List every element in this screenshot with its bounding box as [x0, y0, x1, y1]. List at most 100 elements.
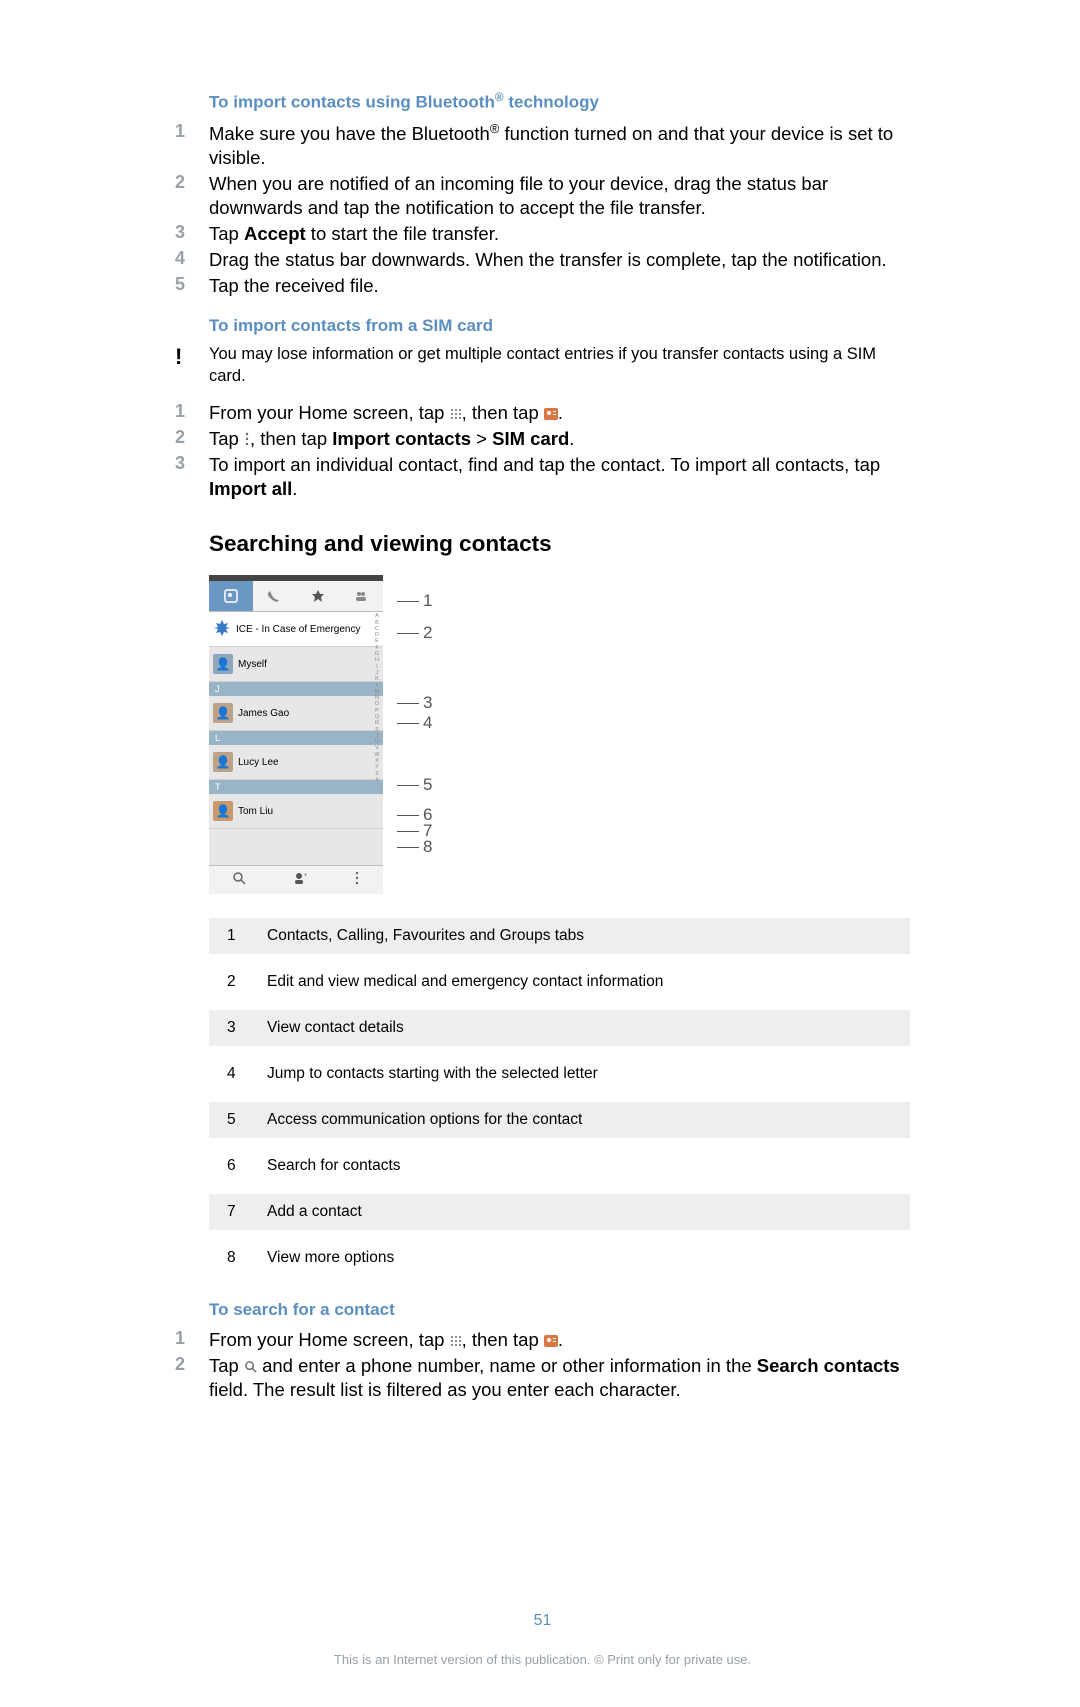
step: 2 Tap and enter a phone number, name or …	[209, 1354, 910, 1402]
step-text: From your Home screen, tap , then tap .	[209, 401, 563, 425]
callout-4: 4	[423, 713, 432, 733]
legend-num: 8	[227, 1249, 267, 1267]
bold-term: SIM card	[492, 428, 569, 449]
legend-text: Search for contacts	[267, 1157, 401, 1175]
page: To import contacts using Bluetooth® tech…	[0, 0, 1080, 1707]
step: 5 Tap the received file.	[209, 274, 910, 298]
warning-row: ! You may lose information or get multip…	[209, 344, 910, 387]
legend-text: Access communication options for the con…	[267, 1111, 582, 1129]
step-number: 1	[175, 401, 209, 422]
step-number: 1	[175, 121, 209, 142]
bluetooth-heading: To import contacts using Bluetooth® tech…	[209, 90, 910, 113]
contact-name: Tom Liu	[238, 806, 273, 817]
step-number: 2	[175, 427, 209, 448]
section-index-l: L	[209, 731, 383, 745]
step-text: Tap and enter a phone number, name or ot…	[209, 1354, 910, 1402]
legend-text: Edit and view medical and emergency cont…	[267, 973, 663, 991]
legend-text: Contacts, Calling, Favourites and Groups…	[267, 927, 584, 945]
warning-icon: !	[175, 344, 209, 370]
bluetooth-section: To import contacts using Bluetooth® tech…	[175, 90, 910, 1402]
bold-term: Accept	[244, 223, 306, 244]
step: 2 Tap , then tap Import contacts > SIM c…	[209, 427, 910, 451]
step: 2 When you are notified of an incoming f…	[209, 172, 910, 220]
contact-tom-row: 👤 Tom Liu	[209, 794, 383, 829]
search-viewing-heading: Searching and viewing contacts	[209, 531, 910, 557]
legend-num: 2	[227, 973, 267, 991]
footer: 51 This is an Internet version of this p…	[175, 1612, 910, 1667]
add-contact-icon: +	[293, 871, 307, 890]
myself-row: 👤 Myself	[209, 647, 383, 682]
registered-mark: ®	[495, 90, 504, 104]
calling-tab-icon	[253, 581, 297, 611]
step: 3 Tap Accept to start the file transfer.	[209, 222, 910, 246]
section-index-t: T	[209, 780, 383, 794]
contact-james-row: 👤 James Gao	[209, 696, 383, 731]
contact-lucy-row: 👤 Lucy Lee	[209, 745, 383, 780]
legend-text: Jump to contacts starting with the selec…	[267, 1065, 598, 1083]
step-number: 2	[175, 1354, 209, 1375]
groups-tab-icon	[340, 581, 384, 611]
callouts: 1 2 3 4 5 6 7 8	[383, 575, 432, 857]
heading-part: To import contacts using Bluetooth	[209, 93, 495, 112]
contact-name: Myself	[238, 659, 267, 670]
avatar-icon: 👤	[213, 703, 233, 723]
legend-num: 7	[227, 1203, 267, 1221]
sim-steps: 1 From your Home screen, tap , then tap …	[209, 401, 910, 501]
bottom-bar: +	[209, 865, 383, 894]
copyright-text: This is an Internet version of this publ…	[175, 1652, 910, 1667]
step-number: 1	[175, 1328, 209, 1349]
legend-row: 3View contact details	[209, 1010, 910, 1056]
step-text: Tap , then tap Import contacts > SIM car…	[209, 427, 574, 451]
avatar-icon: 👤	[213, 752, 233, 772]
ice-label: ICE - In Case of Emergency	[236, 624, 361, 635]
legend-row: 6Search for contacts	[209, 1148, 910, 1194]
legend-row: 4Jump to contacts starting with the sele…	[209, 1056, 910, 1102]
callout-1: 1	[423, 591, 432, 611]
step-text: When you are notified of an incoming fil…	[209, 172, 910, 220]
bold-term: Import all	[209, 478, 292, 499]
contacts-screenshot-diagram: ICE - In Case of Emergency 👤 Myself J 👤 …	[209, 575, 910, 894]
legend-table: 1Contacts, Calling, Favourites and Group…	[209, 918, 910, 1286]
svg-text:+: +	[304, 873, 307, 879]
favourites-tab-icon	[296, 581, 340, 611]
bluetooth-steps: 1 Make sure you have the Bluetooth® func…	[209, 121, 910, 298]
legend-row: 5Access communication options for the co…	[209, 1102, 910, 1148]
step-text: Tap the received file.	[209, 274, 379, 298]
search-icon	[232, 871, 246, 890]
step-text: Make sure you have the Bluetooth® functi…	[209, 121, 910, 170]
legend-text: View contact details	[267, 1019, 404, 1037]
legend-num: 5	[227, 1111, 267, 1129]
callout-2: 2	[423, 623, 432, 643]
avatar-icon: 👤	[213, 654, 233, 674]
registered-mark: ®	[490, 121, 500, 136]
star-of-life-icon	[213, 619, 231, 640]
contact-name: James Gao	[238, 708, 289, 719]
step-number: 5	[175, 274, 209, 295]
step-number: 4	[175, 248, 209, 269]
contacts-icon	[544, 1332, 558, 1351]
step-text: Tap Accept to start the file transfer.	[209, 222, 499, 246]
step-number: 3	[175, 453, 209, 474]
step: 4 Drag the status bar downwards. When th…	[209, 248, 910, 272]
overflow-menu-icon	[354, 871, 360, 890]
step-text: To import an individual contact, find an…	[209, 453, 910, 501]
step-text: Drag the status bar downwards. When the …	[209, 248, 887, 272]
legend-text: Add a contact	[267, 1203, 362, 1221]
phone-mock: ICE - In Case of Emergency 👤 Myself J 👤 …	[209, 575, 383, 894]
legend-row: 7Add a contact	[209, 1194, 910, 1240]
warning-text: You may lose information or get multiple…	[209, 344, 910, 387]
step-number: 2	[175, 172, 209, 193]
sim-heading: To import contacts from a SIM card	[209, 316, 910, 336]
legend-row: 1Contacts, Calling, Favourites and Group…	[209, 918, 910, 964]
contacts-icon	[544, 405, 558, 424]
empty-space	[209, 829, 383, 865]
contact-name: Lucy Lee	[238, 757, 279, 768]
page-number: 51	[175, 1612, 910, 1630]
legend-row: 8View more options	[209, 1240, 910, 1286]
section-index-j: J	[209, 682, 383, 696]
callout-5: 5	[423, 775, 432, 795]
step: 1 Make sure you have the Bluetooth® func…	[209, 121, 910, 170]
legend-num: 3	[227, 1019, 267, 1037]
callout-8: 8	[423, 837, 432, 857]
step-number: 3	[175, 222, 209, 243]
